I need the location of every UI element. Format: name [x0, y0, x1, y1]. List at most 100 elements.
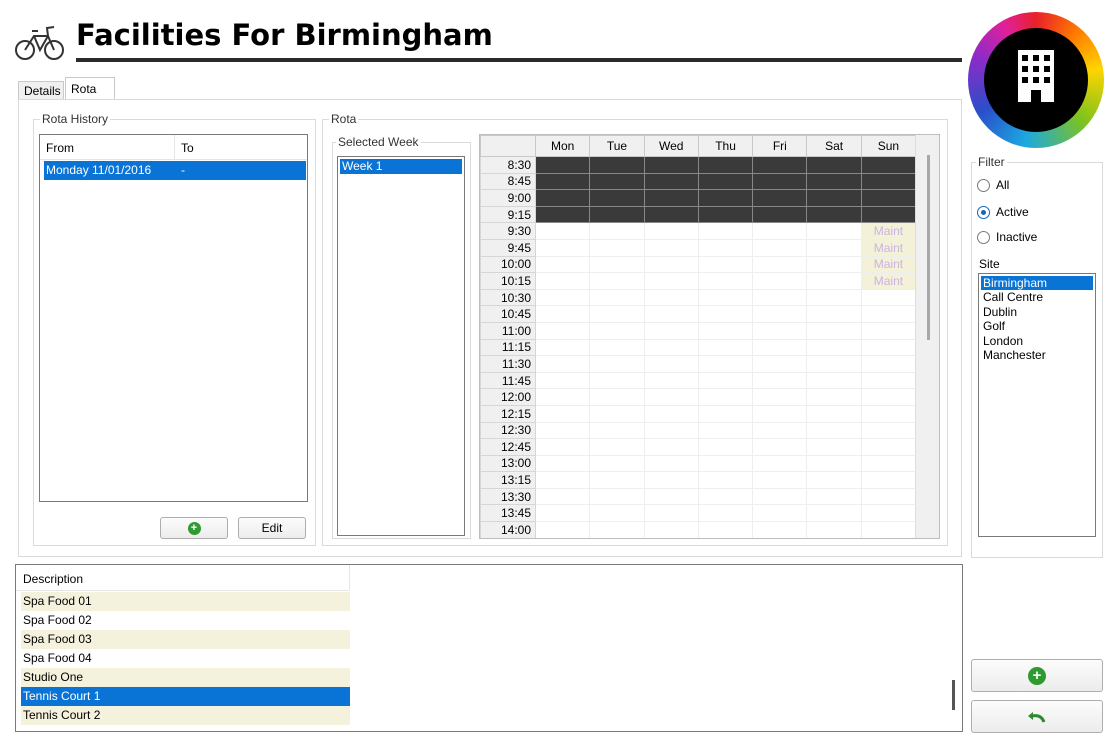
rota-slot[interactable] [534, 205, 591, 224]
rota-slot[interactable] [643, 172, 699, 191]
rota-slot[interactable] [806, 454, 862, 473]
rota-slot[interactable] [589, 504, 645, 523]
rota-slot[interactable] [860, 487, 917, 506]
scrollbar-thumb[interactable] [927, 155, 930, 340]
rota-slot[interactable] [752, 504, 808, 523]
rota-slot[interactable] [860, 189, 917, 207]
rota-slot[interactable] [697, 189, 754, 207]
rota-slot[interactable] [806, 305, 862, 323]
site-item[interactable]: Golf [981, 319, 1093, 334]
rota-slot[interactable] [589, 438, 645, 456]
rota-slot[interactable] [806, 272, 862, 290]
rota-slot[interactable] [589, 255, 645, 274]
rota-slot[interactable] [697, 272, 754, 290]
rota-slot[interactable] [752, 288, 808, 307]
rota-slot[interactable] [589, 321, 645, 340]
rota-slot[interactable] [643, 521, 699, 538]
rota-slot[interactable] [860, 321, 917, 340]
rota-slot[interactable] [697, 504, 754, 523]
rota-slot[interactable] [752, 205, 808, 224]
rota-slot[interactable] [534, 288, 591, 307]
rota-slot[interactable] [589, 288, 645, 307]
radio-inactive[interactable] [977, 231, 990, 245]
tab-details[interactable]: Details [18, 81, 64, 99]
rota-slot[interactable] [643, 321, 699, 340]
rota-slot[interactable] [643, 338, 699, 357]
rota-slot[interactable] [534, 438, 591, 456]
rota-slot[interactable] [752, 487, 808, 506]
rota-slot[interactable] [534, 172, 591, 191]
rota-slot[interactable] [589, 189, 645, 207]
rota-slot[interactable] [534, 355, 591, 373]
rota-slot[interactable] [589, 388, 645, 406]
rota-slot[interactable] [806, 172, 862, 191]
column-description[interactable]: Description [23, 572, 83, 586]
filter-active-radio[interactable]: Active [977, 205, 1029, 220]
rota-slot[interactable] [697, 371, 754, 390]
rota-slot[interactable] [860, 454, 917, 473]
rota-history-list[interactable]: From To Monday 11/01/2016 - [39, 134, 308, 502]
rota-slot[interactable] [534, 156, 591, 174]
rota-slot[interactable] [806, 189, 862, 207]
rota-slot[interactable] [534, 222, 591, 240]
rota-slot[interactable] [860, 421, 917, 440]
rota-slot[interactable] [697, 222, 754, 240]
rota-slot[interactable] [752, 471, 808, 489]
rota-slot[interactable] [697, 305, 754, 323]
rota-slot[interactable] [752, 238, 808, 257]
rota-slot[interactable] [860, 438, 917, 456]
rota-slot[interactable] [589, 238, 645, 257]
undo-button[interactable] [971, 700, 1103, 733]
rota-slot[interactable] [643, 305, 699, 323]
maint-slot[interactable]: Maint [860, 255, 917, 274]
rota-slot[interactable] [643, 471, 699, 489]
rota-slot[interactable] [752, 388, 808, 406]
rota-slot[interactable] [534, 421, 591, 440]
rota-slot[interactable] [534, 404, 591, 423]
rota-slot[interactable] [643, 255, 699, 274]
rota-slot[interactable] [806, 438, 862, 456]
rota-slot[interactable] [643, 156, 699, 174]
rota-slot[interactable] [589, 172, 645, 191]
rota-slot[interactable] [643, 189, 699, 207]
site-item[interactable]: Birmingham [981, 276, 1093, 290]
rota-slot[interactable] [534, 255, 591, 274]
rota-slot[interactable] [643, 238, 699, 257]
rota-slot[interactable] [534, 504, 591, 523]
site-list[interactable]: Birmingham Call Centre Dublin Golf Londo… [978, 273, 1096, 537]
rota-slot[interactable] [697, 421, 754, 440]
rota-grid[interactable]: Mon Tue Wed Thu Fri Sat Sun 8:30 8:45 9:00 9:15 9:… [479, 134, 940, 539]
rota-slot[interactable] [806, 205, 862, 224]
rota-slot[interactable] [534, 454, 591, 473]
rota-slot[interactable] [860, 305, 917, 323]
rota-slot[interactable] [860, 172, 917, 191]
edit-rota-button[interactable]: Edit [238, 517, 306, 539]
filter-inactive-radio[interactable]: Inactive [977, 230, 1037, 245]
rota-slot[interactable] [643, 504, 699, 523]
rota-slot[interactable] [806, 355, 862, 373]
rota-slot[interactable] [752, 156, 808, 174]
rota-slot[interactable] [534, 388, 591, 406]
column-to[interactable]: To [181, 141, 194, 155]
facility-list[interactable]: Description Spa Food 01 Spa Food 02 Spa Fo… [15, 564, 963, 732]
rota-slot[interactable] [806, 371, 862, 390]
rota-slot[interactable] [806, 238, 862, 257]
rota-slot[interactable] [589, 454, 645, 473]
site-item[interactable]: Dublin [981, 305, 1093, 320]
rota-slot[interactable] [752, 305, 808, 323]
rota-slot[interactable] [697, 388, 754, 406]
rota-slot[interactable] [697, 321, 754, 340]
rota-slot[interactable] [643, 404, 699, 423]
rota-slot[interactable] [643, 421, 699, 440]
rota-slot[interactable] [589, 421, 645, 440]
rota-slot[interactable] [589, 404, 645, 423]
facility-scrollbar-thumb[interactable] [952, 680, 955, 710]
filter-all-radio[interactable]: All [977, 178, 1009, 193]
list-item[interactable]: Studio One [21, 668, 350, 687]
rota-slot[interactable] [589, 156, 645, 174]
rota-slot[interactable] [589, 305, 645, 323]
rota-slot[interactable] [534, 189, 591, 207]
rota-slot[interactable] [534, 521, 591, 538]
rota-slot[interactable] [643, 272, 699, 290]
rota-slot[interactable] [697, 487, 754, 506]
